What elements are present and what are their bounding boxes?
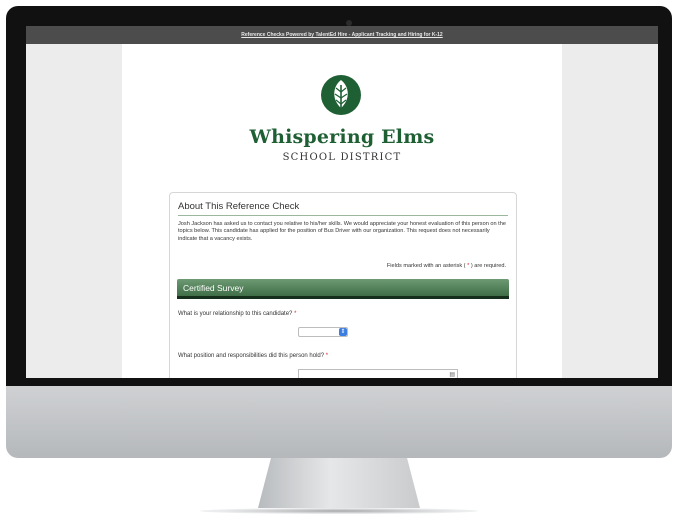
monitor-stand (258, 458, 420, 508)
question-position: What position and responsibilities did t… (178, 353, 328, 359)
required-note: Fields marked with an asterisk ( * ) are… (387, 263, 506, 269)
position-input[interactable]: ▤ (298, 369, 458, 378)
question-relationship: What is your relationship to this candid… (178, 311, 296, 317)
relationship-select[interactable]: ⇕ (298, 327, 348, 337)
district-title: Whispering Elms (249, 126, 435, 148)
reference-page: Whispering Elms SCHOOL DISTRICT About Th… (122, 44, 562, 378)
section-header: Certified Survey (177, 279, 509, 299)
intro-text: Josh Jackson has asked us to contact you… (178, 221, 506, 242)
stand-base (200, 508, 478, 514)
required-note-suffix: ) are required. (470, 263, 506, 269)
spellcheck-icon[interactable]: ▤ (449, 371, 455, 378)
required-star: * (294, 311, 297, 317)
required-star: * (325, 353, 329, 359)
about-heading: About This Reference Check (178, 201, 508, 216)
question-label: What position and responsibilities did t… (178, 353, 325, 359)
reference-card: About This Reference Check Josh Jackson … (169, 192, 517, 378)
monitor-chin (6, 386, 672, 458)
chevron-updown-icon[interactable]: ⇕ (339, 328, 347, 336)
district-subtitle: SCHOOL DISTRICT (282, 152, 402, 163)
leaf-icon (312, 70, 370, 120)
screen: Reference Checks Powered by TalentEd Hir… (26, 26, 658, 378)
question-label: What is your relationship to this candid… (178, 311, 293, 317)
powered-by-link[interactable]: Reference Checks Powered by TalentEd Hir… (26, 26, 658, 44)
required-note-prefix: Fields marked with an asterisk ( (386, 263, 466, 269)
required-star: * (467, 263, 470, 269)
